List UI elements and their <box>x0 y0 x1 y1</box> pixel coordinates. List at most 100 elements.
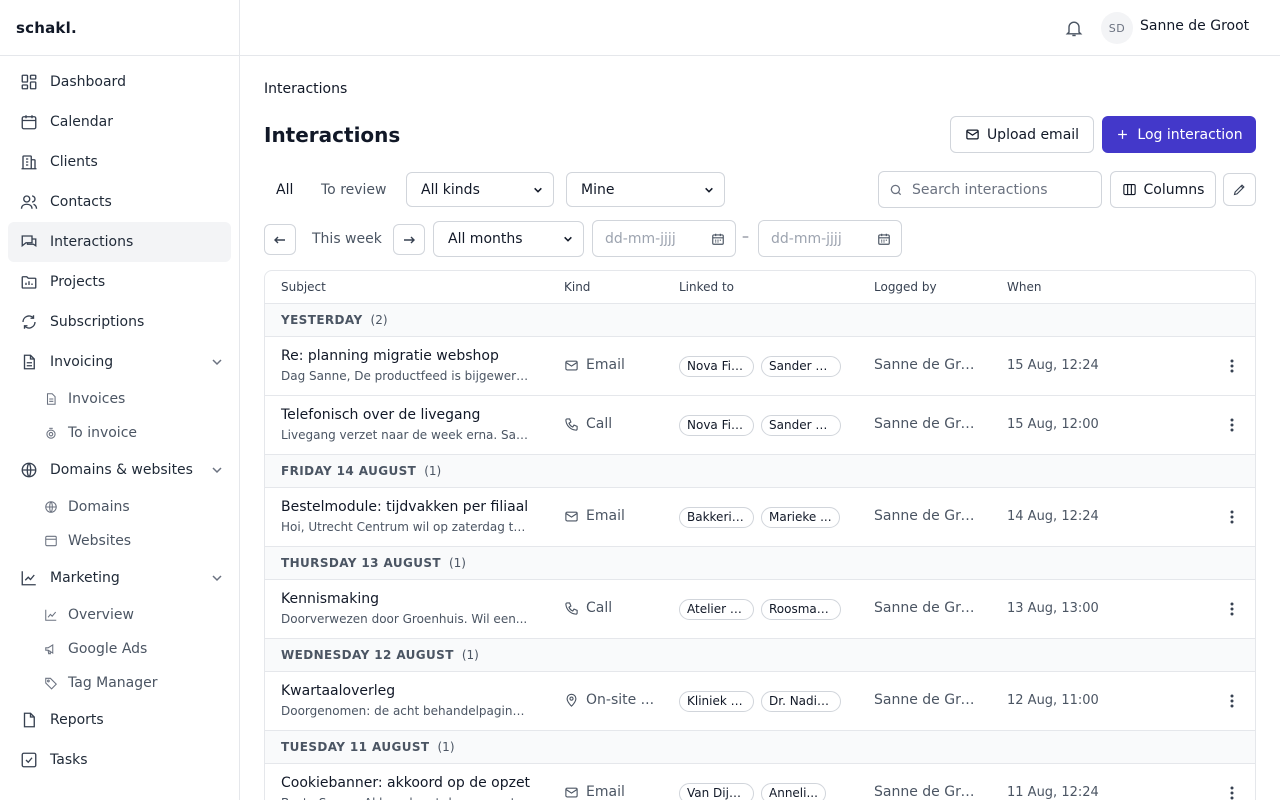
linked-chip[interactable]: Bakkerij ... <box>679 507 754 528</box>
sidebar-item-marketing[interactable]: Marketing <box>8 558 231 598</box>
users-icon <box>20 195 38 209</box>
chart-icon <box>21 571 36 586</box>
linked-chip[interactable]: Sander N... <box>761 415 841 436</box>
linked-chip[interactable]: Van Dijk & P... <box>679 783 754 800</box>
sidebar-item-label: Invoicing <box>50 354 114 370</box>
linked-chip[interactable]: Roosmari... <box>761 599 841 620</box>
previous-week-button[interactable] <box>264 224 296 255</box>
sidebar-item-calendar[interactable]: Calendar <box>8 102 231 142</box>
sidebar-subitem-domains[interactable]: Domains <box>8 490 231 524</box>
brand-logo[interactable]: schakl. <box>0 0 239 56</box>
more-vertical-icon[interactable] <box>1225 509 1239 525</box>
column-header-when[interactable]: When <box>1007 280 1041 294</box>
sidebar-item-clients[interactable]: Clients <box>8 142 231 182</box>
chevron-down-icon[interactable] <box>211 464 223 476</box>
row-kind: Email <box>564 508 625 524</box>
row-kind-label: Email <box>586 784 625 800</box>
owner-filter-value: Mine <box>581 181 615 198</box>
linked-chip[interactable]: Dr. Nadia ... <box>761 691 841 712</box>
linked-chip[interactable]: Atelier R... <box>679 599 754 620</box>
table-row[interactable]: Kennismaking Doorverwezen door Groenhuis… <box>265 580 1255 639</box>
sidebar-item-interactions[interactable]: Interactions <box>8 222 231 262</box>
week-label: This week <box>312 231 382 247</box>
megaphone-icon <box>45 643 54 655</box>
edit-button[interactable] <box>1223 173 1256 206</box>
table-row[interactable]: Bestelmodule: tijdvakken per filiaal Hoi… <box>265 488 1255 547</box>
sidebar-subitem-google-ads[interactable]: Google Ads <box>8 632 231 666</box>
columns-button[interactable]: Columns <box>1110 171 1216 208</box>
linked-chip[interactable]: Nova Fie... <box>679 356 754 377</box>
tab-to-review[interactable]: To review <box>321 180 387 200</box>
user-name[interactable]: Sanne de Groot <box>1140 18 1249 34</box>
sidebar-item-label: Calendar <box>50 114 113 130</box>
row-subject[interactable]: Cookiebanner: akkoord op de opzet <box>281 775 530 791</box>
avatar[interactable]: SD <box>1101 12 1133 44</box>
more-vertical-icon[interactable] <box>1225 785 1239 800</box>
row-logged-by: Sanne de Gro... <box>874 416 982 432</box>
row-when: 14 Aug, 12:24 <box>1007 509 1099 524</box>
column-header-linked[interactable]: Linked to <box>679 280 734 294</box>
date-from-input[interactable]: dd-mm-jjjj <box>592 220 736 257</box>
sidebar-item-tasks[interactable]: Tasks <box>8 740 231 780</box>
next-week-button[interactable] <box>393 224 425 255</box>
row-when: 12 Aug, 11:00 <box>1007 693 1099 708</box>
sidebar-item-invoicing[interactable]: Invoicing <box>8 342 231 382</box>
chevron-down-icon[interactable] <box>211 572 223 584</box>
more-vertical-icon[interactable] <box>1225 693 1239 709</box>
upload-email-button[interactable]: Upload email <box>950 116 1094 153</box>
row-subject[interactable]: Bestelmodule: tijdvakken per filiaal <box>281 499 528 515</box>
more-vertical-icon[interactable] <box>1225 358 1239 374</box>
sidebar-item-dashboard[interactable]: Dashboard <box>8 62 231 102</box>
calendar-icon[interactable] <box>711 232 725 246</box>
row-when: 15 Aug, 12:24 <box>1007 358 1099 373</box>
row-subject[interactable]: Kennismaking <box>281 591 379 607</box>
sidebar-item-label: Tasks <box>50 752 88 768</box>
sidebar-item-contacts[interactable]: Contacts <box>8 182 231 222</box>
sidebar-item-domains-websites[interactable]: Domains & websites <box>8 450 231 490</box>
kind-filter-select[interactable]: All kinds <box>406 172 554 207</box>
globe-icon <box>45 501 57 513</box>
breadcrumb[interactable]: Interactions <box>264 81 347 97</box>
date-to-input[interactable]: dd-mm-jjjj <box>758 220 902 257</box>
coins-icon <box>46 427 56 439</box>
owner-filter-select[interactable]: Mine <box>566 172 725 207</box>
row-subject[interactable]: Telefonisch over de livegang <box>281 407 480 423</box>
sidebar-item-subscriptions[interactable]: Subscriptions <box>8 302 231 342</box>
linked-chip[interactable]: Marieke ... <box>761 507 840 528</box>
linked-chip[interactable]: Sander N... <box>761 356 841 377</box>
table-row[interactable]: Telefonisch over de livegang Livegang ve… <box>265 396 1255 455</box>
sidebar-subitem-invoices[interactable]: Invoices <box>8 382 231 416</box>
bell-icon[interactable] <box>1064 18 1084 38</box>
tab-all[interactable]: All <box>276 180 293 200</box>
sidebar-subitem-tag-manager[interactable]: Tag Manager <box>8 666 231 700</box>
sidebar-subitem-overview[interactable]: Overview <box>8 598 231 632</box>
sidebar-subitem-websites[interactable]: Websites <box>8 524 231 558</box>
month-filter-select[interactable]: All months <box>433 221 584 257</box>
chevron-down-icon[interactable] <box>211 356 223 368</box>
calendar-icon[interactable] <box>877 232 891 246</box>
table-row[interactable]: Re: planning migratie webshop Dag Sanne,… <box>265 337 1255 396</box>
phone-icon <box>565 417 578 431</box>
more-vertical-icon[interactable] <box>1225 417 1239 433</box>
search-input[interactable] <box>912 181 1092 198</box>
more-vertical-icon[interactable] <box>1225 601 1239 617</box>
group-header: THURSDAY 13 AUGUST (1) <box>265 547 1255 580</box>
table-row[interactable]: Cookiebanner: akkoord op de opzet Beste … <box>265 764 1255 800</box>
log-interaction-button[interactable]: Log interaction <box>1102 116 1256 153</box>
linked-chip[interactable]: Anneli... <box>761 783 826 800</box>
row-subject[interactable]: Kwartaaloverleg <box>281 683 395 699</box>
column-header-kind[interactable]: Kind <box>564 280 590 294</box>
sidebar-item-projects[interactable]: Projects <box>8 262 231 302</box>
row-subject[interactable]: Re: planning migratie webshop <box>281 348 499 364</box>
linked-chip[interactable]: Kliniek Z... <box>679 691 754 712</box>
sidebar-item-reports[interactable]: Reports <box>8 700 231 740</box>
table-row[interactable]: Kwartaaloverleg Doorgenomen: de acht beh… <box>265 672 1255 731</box>
linked-chip[interactable]: Nova Fie... <box>679 415 754 436</box>
folder-icon <box>21 276 37 289</box>
sidebar-subitem-to-invoice[interactable]: To invoice <box>8 416 231 450</box>
sidebar: schakl. Dashboard Calendar Clients Conta… <box>0 0 240 800</box>
date-to-placeholder: dd-mm-jjjj <box>771 230 842 247</box>
column-header-subject[interactable]: Subject <box>281 280 326 294</box>
search-box[interactable] <box>878 171 1102 208</box>
column-header-logged[interactable]: Logged by <box>874 280 937 294</box>
